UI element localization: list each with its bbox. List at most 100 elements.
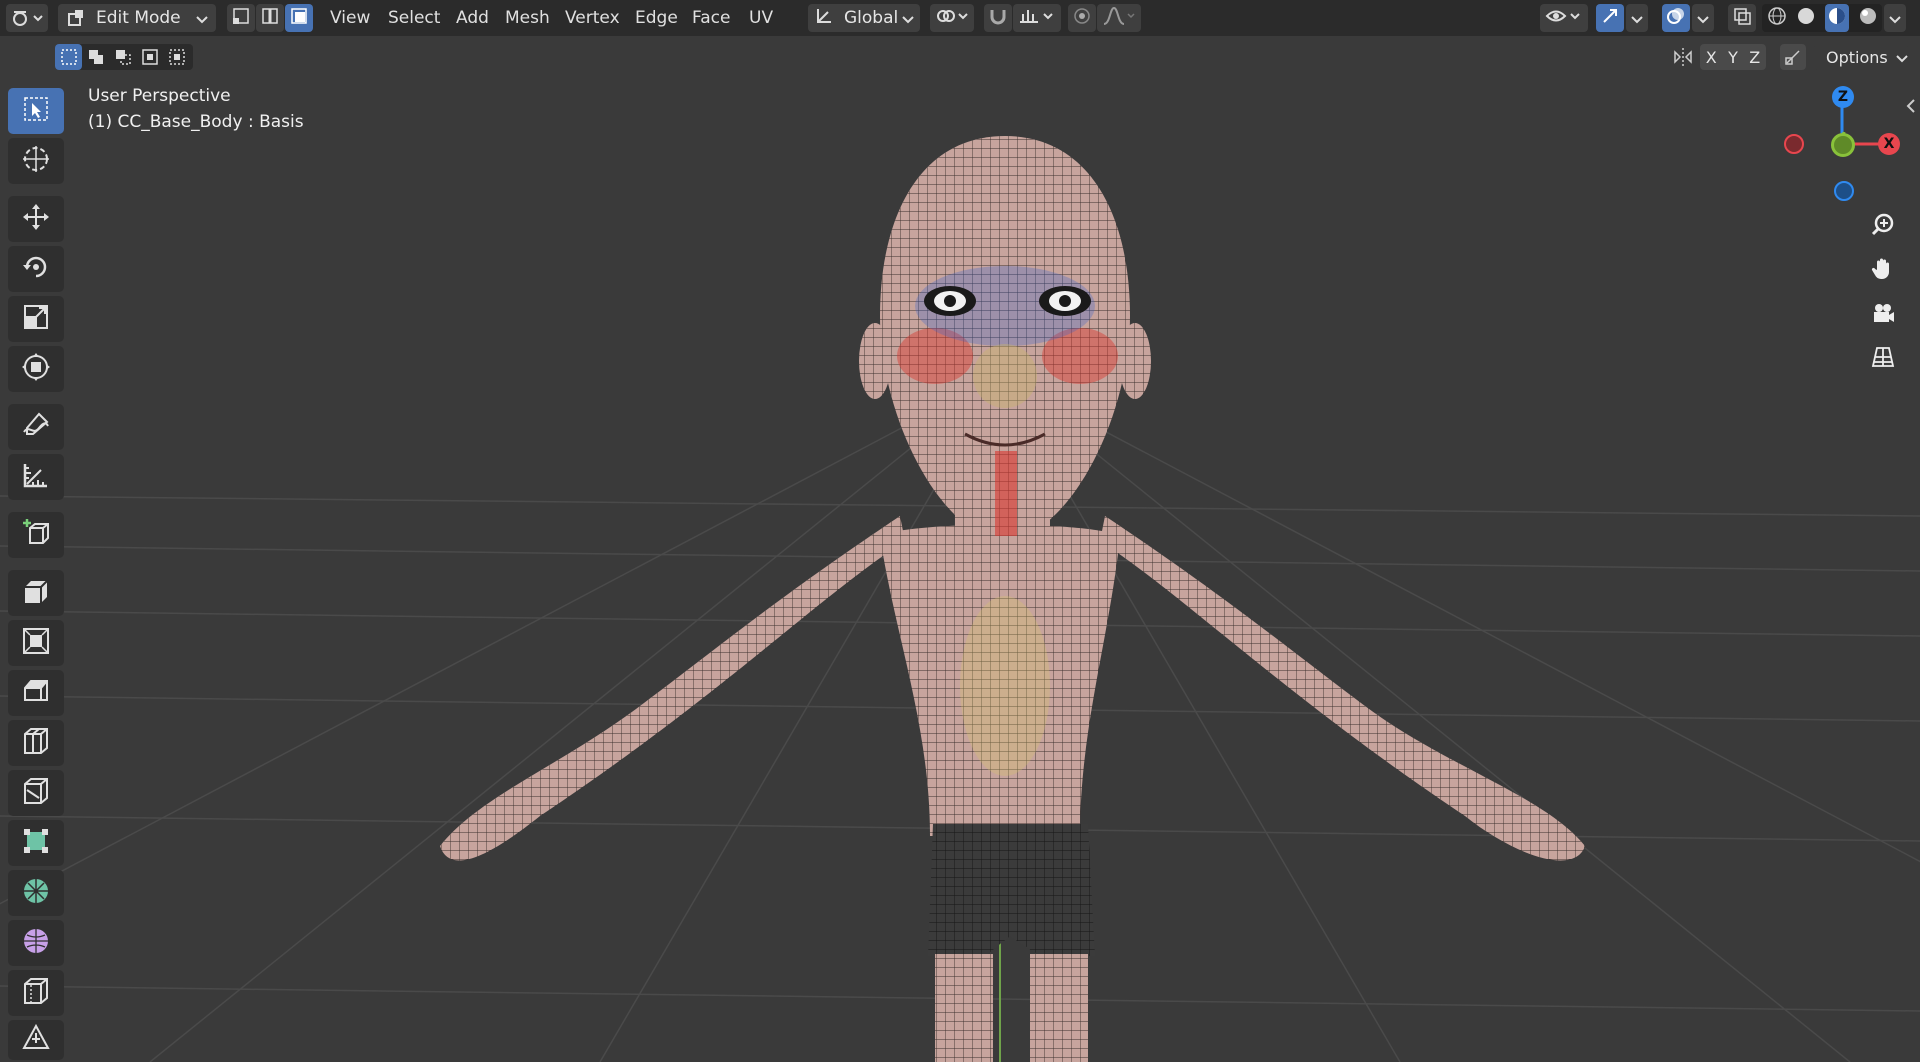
extrude-icon: [21, 576, 51, 610]
zoom-icon: [1870, 212, 1896, 242]
tool-loop-cut[interactable]: [8, 720, 64, 766]
tool-settings-bar: X Y Z Options: [0, 36, 1920, 76]
proportional-edit-icon: [1073, 7, 1091, 29]
pivot-icon: [935, 6, 969, 30]
material-preview-icon[interactable]: [1824, 4, 1849, 32]
options-dropdown[interactable]: Options: [1814, 44, 1908, 70]
tool-select-box[interactable]: [8, 88, 64, 134]
mode-selector[interactable]: Edit Mode: [58, 4, 216, 32]
select-extend-icon[interactable]: [82, 44, 109, 70]
tool-cursor[interactable]: [8, 138, 64, 184]
gizmo-x-axis[interactable]: X: [1878, 133, 1900, 155]
select-invert-icon[interactable]: [136, 44, 163, 70]
mirror-z-toggle[interactable]: Z: [1749, 48, 1760, 67]
tool-transform[interactable]: [8, 346, 64, 392]
tool-bevel[interactable]: [8, 670, 64, 716]
tool-extrude[interactable]: [8, 570, 64, 616]
snap-target-dropdown[interactable]: [1013, 4, 1061, 32]
shrink-fatten-icon: [21, 1023, 51, 1057]
snap-increment-icon: [1018, 6, 1056, 30]
menu-mesh[interactable]: Mesh: [505, 6, 550, 30]
orientation-label: Global: [844, 8, 899, 28]
tool-annotate[interactable]: [8, 404, 64, 450]
edit-mode-icon: [66, 8, 86, 28]
xray-toggle[interactable]: [1728, 4, 1756, 32]
select-subtract-icon[interactable]: [109, 44, 136, 70]
hand-icon: [1870, 256, 1896, 286]
overlays-dropdown[interactable]: [1692, 4, 1714, 32]
vertex-select-button[interactable]: [227, 4, 255, 32]
tool-smooth[interactable]: [8, 920, 64, 966]
chevron-down-icon: [1631, 9, 1643, 28]
tool-rotate[interactable]: [8, 246, 64, 292]
menu-vertex[interactable]: Vertex: [565, 6, 620, 30]
loop-cut-icon: [21, 726, 51, 760]
pivot-point-dropdown[interactable]: [930, 4, 974, 32]
visibility-dropdown[interactable]: [1540, 4, 1588, 32]
navigation-gizmo[interactable]: Z X: [1772, 76, 1902, 206]
tool-add-cube[interactable]: [8, 512, 64, 558]
editor-type-dropdown[interactable]: [6, 4, 48, 32]
mirror-x-toggle[interactable]: X: [1706, 48, 1717, 67]
rendered-shading-icon[interactable]: [1858, 6, 1878, 30]
overlays-toggle[interactable]: [1662, 4, 1690, 32]
transform-orientation-dropdown[interactable]: Global: [808, 4, 920, 32]
chevron-down-icon: [1896, 48, 1908, 67]
gizmo-dropdown[interactable]: [1626, 4, 1648, 32]
falloff-dropdown[interactable]: [1097, 4, 1141, 32]
chevron-down-icon: [902, 9, 914, 28]
select-intersect-icon[interactable]: [163, 44, 190, 70]
sidebar-toggle-icon[interactable]: [1906, 98, 1916, 117]
zoom-button[interactable]: [1864, 208, 1902, 246]
menu-add[interactable]: Add: [456, 6, 489, 30]
gizmo-y-axis[interactable]: [1831, 133, 1855, 157]
proportional-edit-toggle[interactable]: [1068, 4, 1096, 32]
gizmo-toggle[interactable]: [1596, 4, 1624, 32]
mode-label: Edit Mode: [96, 8, 181, 28]
3d-viewport[interactable]: User Perspective (1) CC_Base_Body : Basi…: [0, 76, 1920, 1062]
gizmo-z-axis[interactable]: Z: [1832, 86, 1854, 108]
snap-toggle[interactable]: [984, 4, 1012, 32]
orientation-icon: [814, 6, 834, 30]
topology-mirror-icon[interactable]: [1780, 44, 1806, 70]
edge-select-button[interactable]: [256, 4, 284, 32]
character-mesh[interactable]: [0, 76, 1920, 1062]
annotate-icon: [21, 410, 51, 444]
camera-icon: [1870, 300, 1896, 330]
tool-scale[interactable]: [8, 296, 64, 342]
tool-knife[interactable]: [8, 770, 64, 816]
gizmo-neg-z-axis[interactable]: [1834, 181, 1854, 201]
magnet-icon: [988, 6, 1008, 30]
grid-perspective-icon: [1870, 344, 1896, 374]
tool-move[interactable]: [8, 196, 64, 242]
tool-inset[interactable]: [8, 620, 64, 666]
menu-view[interactable]: View: [330, 6, 370, 30]
tool-measure[interactable]: [8, 454, 64, 500]
solid-shading-icon[interactable]: [1796, 6, 1816, 30]
face-select-button[interactable]: [285, 4, 313, 32]
add-cube-icon: [21, 518, 51, 552]
falloff-curve-icon: [1102, 6, 1136, 30]
measure-icon: [21, 460, 51, 494]
smooth-icon: [21, 926, 51, 960]
tool-spin[interactable]: [8, 870, 64, 916]
menu-edge[interactable]: Edge: [635, 6, 678, 30]
tool-edge-slide[interactable]: [8, 970, 64, 1016]
menu-uv[interactable]: UV: [749, 6, 773, 30]
perspective-toggle-button[interactable]: [1864, 340, 1902, 378]
eye-icon: [1545, 6, 1583, 30]
inset-icon: [21, 626, 51, 660]
tool-shrink-fatten[interactable]: [8, 1020, 64, 1060]
menu-face[interactable]: Face: [692, 6, 730, 30]
tool-poly-build[interactable]: [8, 820, 64, 866]
mirror-axis-group: X Y Z: [1700, 44, 1766, 70]
shading-dropdown[interactable]: [1884, 4, 1906, 32]
select-new-icon[interactable]: [55, 44, 82, 70]
bevel-icon: [21, 676, 51, 710]
wireframe-shading-icon[interactable]: [1767, 6, 1787, 30]
menu-select[interactable]: Select: [388, 6, 440, 30]
mirror-y-toggle[interactable]: Y: [1728, 48, 1738, 67]
camera-view-button[interactable]: [1864, 296, 1902, 334]
pan-button[interactable]: [1864, 252, 1902, 290]
gizmo-neg-x-axis[interactable]: [1784, 134, 1804, 154]
